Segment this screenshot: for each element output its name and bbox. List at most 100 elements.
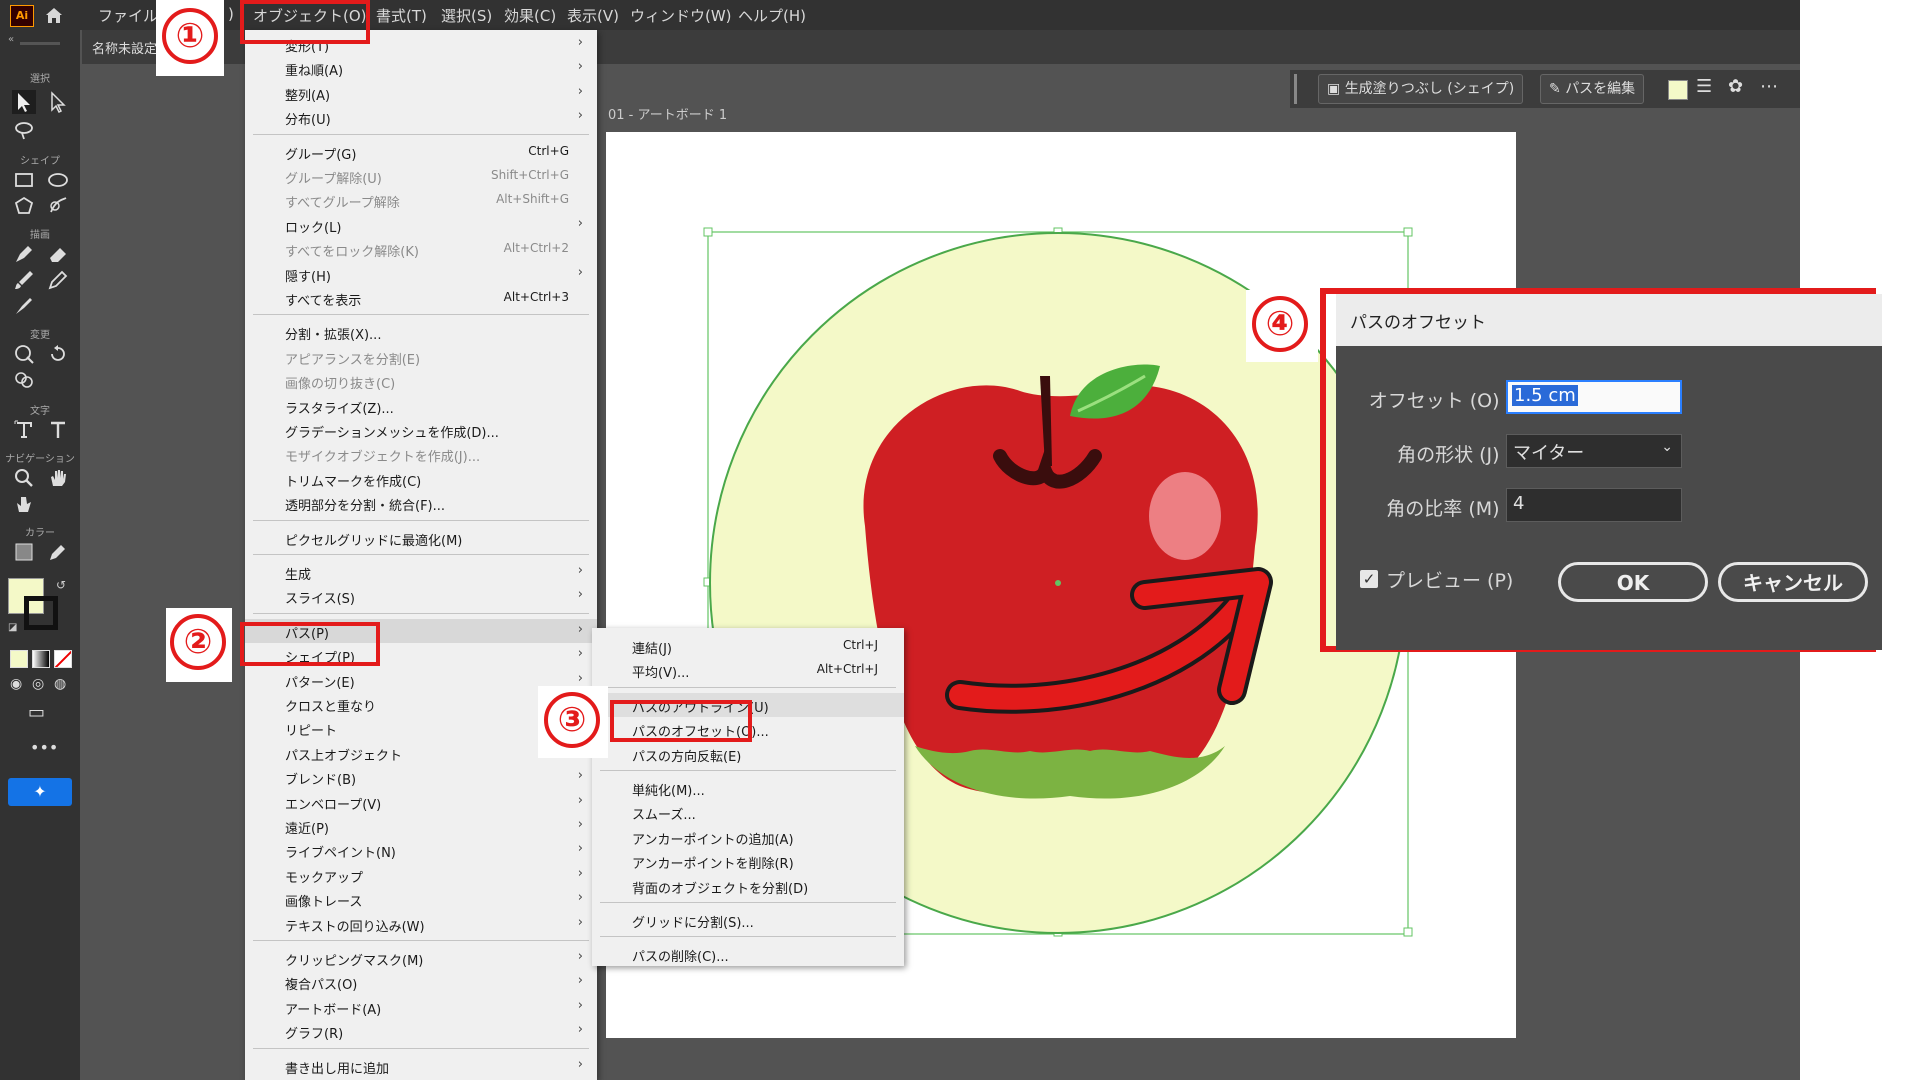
dialog-title-bar[interactable]: パスのオフセット (1336, 294, 1882, 346)
path-submenu-item[interactable]: 平均(V)... Alt+Ctrl+J (592, 658, 904, 682)
ellipse-tool-icon[interactable] (46, 168, 70, 192)
object-menu-item[interactable]: アートボード(A) › (245, 995, 597, 1019)
area-type-tool-icon[interactable] (12, 418, 36, 442)
object-menu-item[interactable]: 画像トレース › (245, 887, 597, 911)
object-menu-item[interactable]: 分布(U) › (245, 105, 597, 129)
fill-color-swatch[interactable] (1668, 80, 1688, 100)
path-submenu-item[interactable]: スムーズ... (592, 800, 904, 824)
free-transform-tool-icon[interactable] (12, 342, 36, 366)
offset-input[interactable]: 1.5 cm (1506, 380, 1682, 414)
path-submenu-item[interactable]: パスの方向反転(E) (592, 742, 904, 766)
draw-behind-icon[interactable]: ◎ (32, 676, 44, 692)
draw-normal-icon[interactable]: ◉ (10, 676, 22, 692)
default-colors-icon[interactable]: ◪ (8, 622, 17, 633)
path-submenu-item[interactable]: 連結(J) Ctrl+J (592, 634, 904, 658)
cancel-button[interactable]: キャンセル (1718, 562, 1868, 602)
object-menu-item[interactable]: すべてを表示 Alt+Ctrl+3 (245, 286, 597, 310)
polygon-tool-icon[interactable] (12, 194, 36, 218)
selection-tool-icon[interactable] (12, 90, 36, 114)
object-menu-item[interactable]: 透明部分を分割・統合(F)... (245, 491, 597, 515)
menu-select[interactable]: 選択(S) (441, 5, 492, 26)
menu-effect[interactable]: 効果(C) (504, 5, 556, 26)
menu-lines-icon[interactable]: ☰ (1696, 76, 1712, 97)
more-options-icon[interactable]: ⋯ (1760, 76, 1778, 97)
draw-inside-icon[interactable]: ◍ (54, 676, 66, 692)
generative-tool-icon[interactable]: ✦ (8, 778, 72, 806)
recolor-icon[interactable]: ✿ (1728, 76, 1743, 97)
swap-colors-icon[interactable]: ↺ (56, 578, 66, 592)
path-submenu-item[interactable]: アンカーポイントの追加(A) (592, 825, 904, 849)
rotate-view-tool-icon[interactable] (12, 492, 36, 516)
gradient-tool-icon[interactable] (12, 540, 36, 564)
menu-view[interactable]: 表示(V) (567, 5, 619, 26)
document-tab[interactable]: 名称未設定 (92, 38, 157, 57)
path-submenu-item[interactable]: パスの削除(C)... (592, 942, 904, 966)
home-icon[interactable] (44, 6, 64, 24)
stroke-color-box[interactable] (24, 596, 58, 630)
menu-file[interactable]: ファイル (98, 5, 158, 26)
object-menu-item[interactable]: モックアップ › (245, 863, 597, 887)
object-menu-item[interactable]: 生成 › (245, 560, 597, 584)
drag-handle[interactable] (1294, 74, 1297, 104)
zoom-tool-icon[interactable] (12, 466, 36, 490)
object-menu-item[interactable]: ライブペイント(N) › (245, 838, 597, 862)
pen-tool-icon[interactable] (12, 242, 36, 266)
edit-toolbar-icon[interactable]: ••• (30, 738, 58, 757)
eyedropper-tool-icon[interactable] (46, 540, 70, 564)
path-submenu-item[interactable]: グリッドに分割(S)... (592, 908, 904, 932)
shape-builder-tool-icon[interactable] (12, 368, 36, 392)
object-menu-item[interactable]: 複合パス(O) › (245, 970, 597, 994)
object-menu-item[interactable]: トリムマークを作成(C) (245, 467, 597, 491)
paintbrush-tool-icon[interactable] (12, 268, 36, 292)
object-menu-item[interactable]: スライス(S) › (245, 584, 597, 608)
object-menu-item[interactable]: 重ね順(A) › (245, 56, 597, 80)
menu-window[interactable]: ウィンドウ(W) (630, 5, 732, 26)
bbox-handle-tl[interactable] (703, 227, 713, 237)
bbox-handle-br[interactable] (1403, 927, 1413, 937)
path-submenu-item[interactable]: アンカーポイントを削除(R) (592, 849, 904, 873)
rotate-tool-icon[interactable] (46, 342, 70, 366)
generative-fill-button[interactable]: ▣ 生成塗りつぶし (シェイプ) (1318, 74, 1524, 104)
object-menu-item[interactable]: ブレンド(B) › (245, 765, 597, 789)
object-menu-item[interactable]: グループ(G) Ctrl+G (245, 140, 597, 164)
screen-mode-icon[interactable]: ▭ (28, 702, 45, 723)
object-menu-item[interactable]: クリッピングマスク(M) › (245, 946, 597, 970)
menu-type[interactable]: 書式(T) (376, 5, 427, 26)
object-menu-item[interactable]: ロック(L) › (245, 213, 597, 237)
menu-edit-fragment[interactable]: ) (228, 5, 234, 23)
toolbar-grip[interactable] (20, 42, 60, 45)
path-submenu-item[interactable]: 単純化(M)... (592, 776, 904, 800)
preview-checkbox[interactable]: ✓ (1360, 570, 1378, 588)
menu-help[interactable]: ヘルプ(H) (738, 5, 806, 26)
object-menu-item[interactable]: ピクセルグリッドに最適化(M) (245, 526, 597, 550)
gradient-mode-icon[interactable] (32, 650, 50, 668)
blob-brush-tool-icon[interactable] (12, 294, 36, 318)
object-menu-item[interactable]: グラデーションメッシュを作成(D)... (245, 418, 597, 442)
object-menu-item[interactable]: 整列(A) › (245, 81, 597, 105)
collapse-toolbar-icon[interactable]: « (8, 34, 14, 45)
direct-selection-tool-icon[interactable] (46, 90, 70, 114)
type-tool-icon[interactable] (46, 418, 70, 442)
eraser-tool-icon[interactable] (46, 242, 70, 266)
lasso-tool-icon[interactable] (12, 118, 36, 142)
bbox-handle-tr[interactable] (1403, 227, 1413, 237)
object-menu-item[interactable]: 隠す(H) › (245, 262, 597, 286)
shaper-tool-icon[interactable] (46, 194, 70, 218)
object-menu-item[interactable]: グラフ(R) › (245, 1019, 597, 1043)
ok-button[interactable]: OK (1558, 562, 1708, 602)
color-mode-icon[interactable] (10, 650, 28, 668)
object-menu-item[interactable]: エンベロープ(V) › (245, 790, 597, 814)
object-menu-item[interactable]: テキストの回り込み(W) › (245, 912, 597, 936)
object-menu-item[interactable]: 分割・拡張(X)... (245, 320, 597, 344)
edit-path-button[interactable]: ✎ パスを編集 (1540, 74, 1645, 104)
pencil-tool-icon[interactable] (46, 268, 70, 292)
join-select[interactable]: マイター ⌄ (1506, 434, 1682, 468)
rectangle-tool-icon[interactable] (12, 168, 36, 192)
object-menu-item[interactable]: ラスタライズ(Z)... (245, 394, 597, 418)
object-menu-item[interactable]: 書き出し用に追加 › (245, 1054, 597, 1078)
miter-limit-input[interactable]: 4 (1506, 488, 1682, 522)
path-submenu-item[interactable]: 背面のオブジェクトを分割(D) (592, 874, 904, 898)
none-mode-icon[interactable] (54, 650, 72, 668)
hand-tool-icon[interactable] (46, 466, 70, 490)
object-menu-item[interactable]: 遠近(P) › (245, 814, 597, 838)
